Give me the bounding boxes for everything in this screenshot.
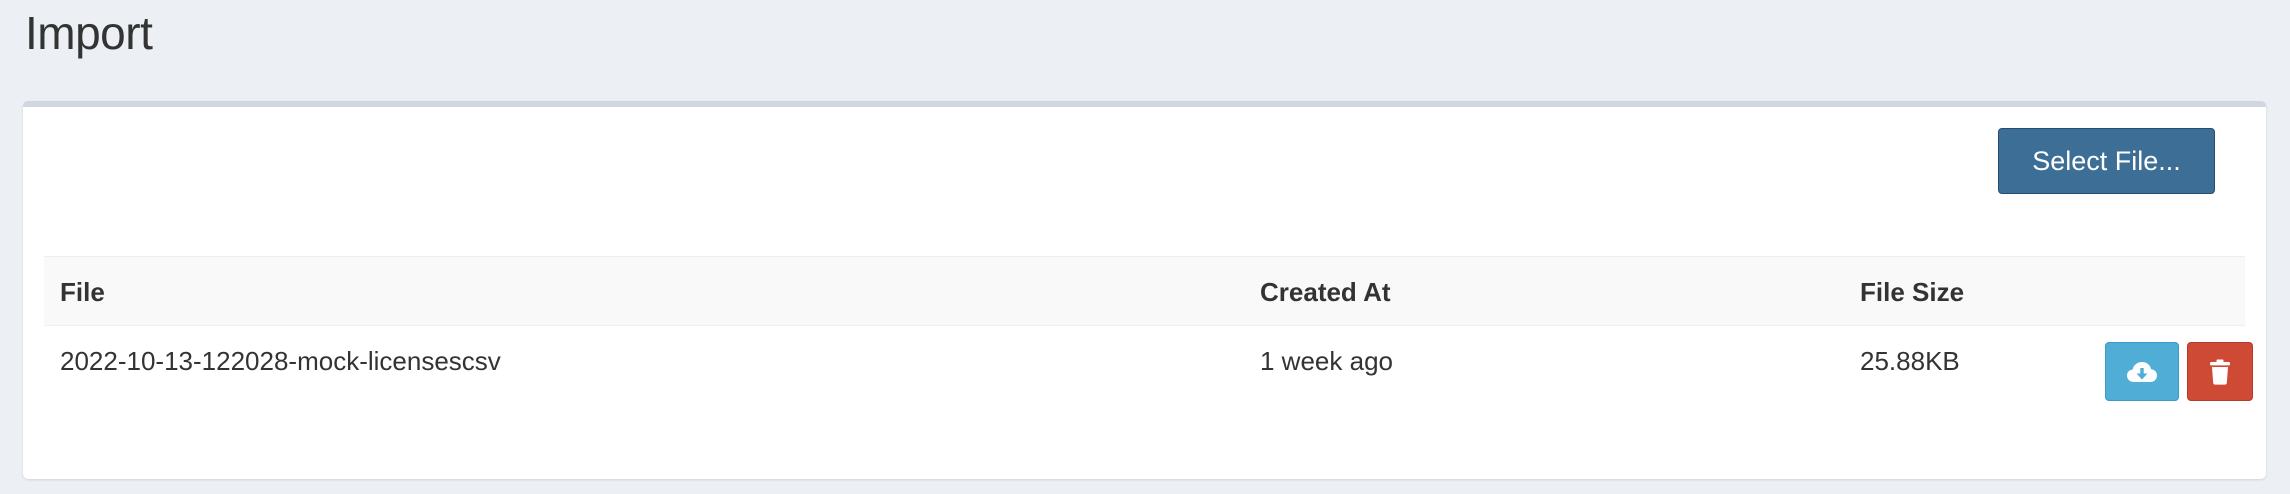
- trash-icon: [2209, 359, 2231, 385]
- page-title: Import: [25, 7, 153, 59]
- select-file-button[interactable]: Select File...: [1998, 128, 2215, 194]
- file-size: 25.88KB: [1860, 346, 1960, 376]
- delete-button[interactable]: [2187, 342, 2253, 401]
- cloud-download-icon: [2126, 360, 2158, 384]
- import-box: Select File... File Created At File Size…: [23, 101, 2266, 479]
- column-header-created-at[interactable]: Created At: [1260, 257, 1391, 327]
- column-header-file[interactable]: File: [60, 257, 105, 327]
- created-at: 1 week ago: [1260, 346, 1393, 376]
- download-button[interactable]: [2105, 342, 2179, 401]
- table-header: File Created At File Size: [44, 256, 2245, 326]
- file-name: 2022-10-13-122028-mock-licensescsv: [60, 346, 501, 376]
- files-table: File Created At File Size 2022-10-13-122…: [44, 256, 2253, 422]
- table-row: 2022-10-13-122028-mock-licensescsv 1 wee…: [44, 326, 2253, 422]
- column-header-file-size[interactable]: File Size: [1860, 257, 1964, 327]
